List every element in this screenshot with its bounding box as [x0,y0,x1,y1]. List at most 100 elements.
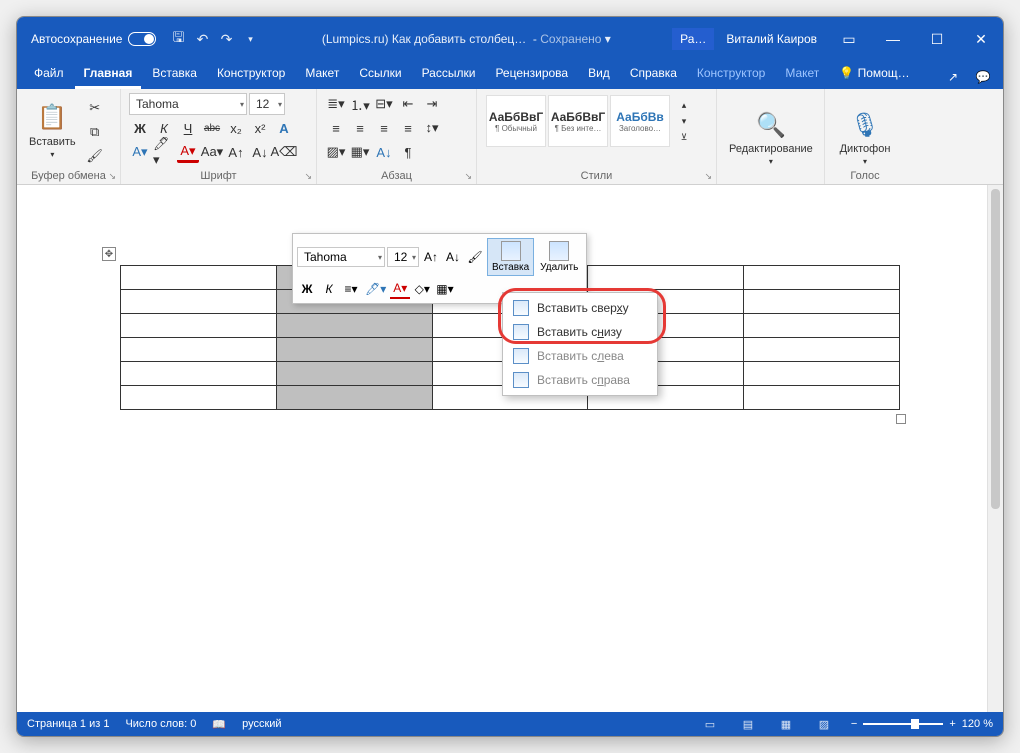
multilevel-icon[interactable]: ⊟▾ [373,93,395,115]
mini-font-combo[interactable]: Tahoma [297,247,385,267]
sort-icon[interactable]: A↓ [373,141,395,163]
borders-icon[interactable]: ▦▾ [349,141,371,163]
justify-icon[interactable]: ≡ [397,117,419,139]
mode-tag[interactable]: Ра… [672,28,714,50]
font-color-icon[interactable]: A▾ [177,141,199,163]
tab-design[interactable]: Конструктор [208,62,294,89]
styles-more-icon[interactable]: ⊻ [673,130,695,144]
align-center-icon[interactable]: ≡ [349,117,371,139]
undo-icon[interactable]: ↶ [192,29,212,49]
mini-align-icon[interactable]: ≡▾ [341,279,361,299]
tab-review[interactable]: Рецензирова [486,62,577,89]
tab-table-design[interactable]: Конструктор [688,62,774,89]
styles-down-icon[interactable]: ▾ [673,114,695,128]
mini-borders-icon[interactable]: ▦▾ [434,279,455,299]
page-indicator[interactable]: Страница 1 из 1 [27,718,109,730]
align-left-icon[interactable]: ≡ [325,117,347,139]
read-mode-icon[interactable]: ▤ [737,715,759,733]
autosave-toggle[interactable]: Автосохранение [31,32,156,46]
mini-delete-button[interactable]: Удалить [536,239,582,275]
show-marks-icon[interactable]: ¶ [397,141,419,163]
word-count[interactable]: Число слов: 0 [125,718,196,730]
tab-mailings[interactable]: Рассылки [413,62,485,89]
numbering-icon[interactable]: ⒈▾ [349,93,371,115]
strike-button[interactable]: abc [201,117,223,139]
zoom-value[interactable]: 120 % [962,718,993,730]
tab-view[interactable]: Вид [579,62,619,89]
language-indicator[interactable]: русский [242,718,281,730]
tab-tell-me[interactable]: 💡 Помощ… [830,62,918,89]
mini-bold-button[interactable]: Ж [297,279,317,299]
zoom-in-icon[interactable]: + [949,718,955,730]
web-layout-icon[interactable]: ▨ [813,715,835,733]
grow-font-icon[interactable]: A↑ [225,141,247,163]
tab-references[interactable]: Ссылки [350,62,410,89]
font-size-combo[interactable]: 12 [249,93,285,115]
insert-col-right[interactable]: Вставить справа [503,368,657,392]
text-effects-icon[interactable]: A [273,117,295,139]
insert-col-left[interactable]: Вставить слева [503,344,657,368]
clear-format-icon[interactable]: A⌫ [273,141,295,163]
style-normal[interactable]: АаБбВвГ ¶ Обычный [486,95,546,147]
tab-help[interactable]: Справка [621,62,686,89]
shrink-font-icon[interactable]: A↓ [249,141,271,163]
spellcheck-icon[interactable]: 📖 [212,718,226,731]
table-resize-handle-icon[interactable] [896,414,906,424]
shading-icon[interactable]: ▨▾ [325,141,347,163]
minimize-icon[interactable]: — [871,17,915,61]
subscript-button[interactable]: x₂ [225,117,247,139]
dialog-launcher-icon[interactable]: ↘ [108,171,116,182]
dec-indent-icon[interactable]: ⇤ [397,93,419,115]
highlight-icon[interactable]: 🖊▾ [153,141,175,163]
tab-file[interactable]: Файл [25,62,73,89]
change-case-icon[interactable]: Aa▾ [201,141,223,163]
tab-table-layout[interactable]: Макет [776,62,828,89]
mini-shading-icon[interactable]: ◇▾ [412,279,432,299]
mini-insert-button[interactable]: Вставка [487,238,534,276]
underline-button[interactable]: Ч [177,117,199,139]
cut-icon[interactable]: ✂ [84,97,106,119]
text-fill-icon[interactable]: A▾ [129,141,151,163]
zoom-slider[interactable] [863,723,943,725]
tab-insert[interactable]: Вставка [143,62,206,89]
comments-icon[interactable]: 💬 [969,65,997,89]
focus-mode-icon[interactable]: ▭ [699,715,721,733]
align-right-icon[interactable]: ≡ [373,117,395,139]
mini-format-painter-icon[interactable]: 🖌 [465,247,485,267]
dialog-launcher-icon[interactable]: ↘ [304,171,312,182]
copy-icon[interactable]: ⧉ [84,121,106,143]
zoom-out-icon[interactable]: − [851,718,857,730]
tab-layout[interactable]: Макет [296,62,348,89]
inc-indent-icon[interactable]: ⇥ [421,93,443,115]
maximize-icon[interactable]: ☐ [915,17,959,61]
dictate-button[interactable]: 🎙 Диктофон ▾ [836,107,895,168]
tab-home[interactable]: Главная [75,62,142,89]
editing-button[interactable]: 🔍 Редактирование ▾ [725,107,817,168]
ribbon-options-icon[interactable]: ▭ [827,17,871,61]
bullets-icon[interactable]: ≣▾ [325,93,347,115]
user-name[interactable]: Виталий Каиров [716,28,827,50]
mini-font-color-icon[interactable]: A▾ [390,279,410,299]
scrollbar-thumb[interactable] [991,189,1000,509]
style-heading[interactable]: АаБбВв Заголово… [610,95,670,147]
line-spacing-icon[interactable]: ↕▾ [421,117,443,139]
insert-row-below[interactable]: Вставить снизу [503,320,657,344]
superscript-button[interactable]: x² [249,117,271,139]
qat-dropdown-icon[interactable]: ▾ [240,29,260,49]
paste-button[interactable]: 📋 Вставить ▾ [25,93,80,167]
font-name-combo[interactable]: Tahoma [129,93,247,115]
dialog-launcher-icon[interactable]: ↘ [704,171,712,182]
mini-grow-font-icon[interactable]: A↑ [421,247,441,267]
mini-shrink-font-icon[interactable]: A↓ [443,247,463,267]
vertical-scrollbar[interactable] [987,185,1003,712]
mini-highlight-icon[interactable]: 🖊▾ [363,279,388,299]
insert-row-above[interactable]: Вставить сверху [503,296,657,320]
redo-icon[interactable]: ↷ [216,29,236,49]
mini-italic-button[interactable]: К [319,279,339,299]
dialog-launcher-icon[interactable]: ↘ [464,171,472,182]
share-icon[interactable]: ↗ [939,65,967,89]
save-icon[interactable]: 🖫 [168,29,188,49]
print-layout-icon[interactable]: ▦ [775,715,797,733]
close-icon[interactable]: ✕ [959,17,1003,61]
styles-up-icon[interactable]: ▴ [673,98,695,112]
